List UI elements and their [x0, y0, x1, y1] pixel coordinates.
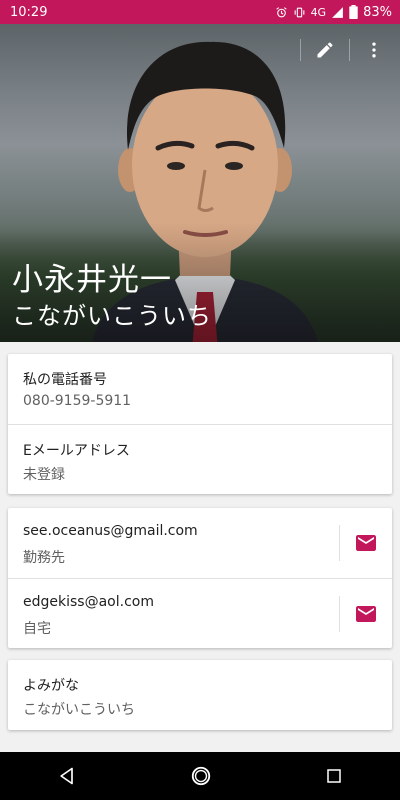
reading-value: こながいこういち [23, 702, 135, 718]
battery-percent: 83% [363, 4, 392, 20]
more-options-button[interactable] [356, 32, 392, 68]
action-divider-2 [349, 39, 350, 61]
alarm-icon [275, 6, 287, 17]
email-home-address: edgekiss@aol.com [23, 594, 154, 610]
info-card: 私の電話番号 080-9159-5911 Eメールアドレス 未登録 [8, 354, 392, 494]
reading-label: よみがな [23, 678, 79, 694]
email-work-type: 勤務先 [23, 550, 65, 566]
email-address-row[interactable]: Eメールアドレス 未登録 [8, 424, 392, 494]
battery-icon [349, 5, 358, 19]
phone-label: 私の電話番号 [23, 372, 107, 388]
edit-button[interactable] [307, 32, 343, 68]
email-work-address: see.oceanus@gmail.com [23, 523, 198, 539]
email-icon[interactable] [354, 531, 378, 555]
status-icons: 4G 83% [275, 5, 392, 20]
email-address-value: 未登録 [23, 467, 65, 483]
status-bar: 10:29 4G 83% [0, 0, 400, 24]
contact-header: 小永井光一 こながいこういち [0, 24, 400, 342]
reading-card: よみがな こながいこういち [8, 660, 392, 730]
navigation-bar [0, 752, 400, 800]
phone-value: 080-9159-5911 [23, 393, 132, 409]
action-divider [300, 39, 301, 61]
recents-icon[interactable] [325, 767, 343, 785]
email-row-work[interactable]: see.oceanus@gmail.com 勤務先 [8, 508, 392, 578]
more-vert-icon [372, 42, 376, 58]
email-address-label: Eメールアドレス [23, 443, 130, 459]
contact-name: 小永井光一 [12, 262, 172, 298]
home-icon[interactable] [190, 765, 212, 787]
back-icon[interactable] [57, 766, 77, 786]
network-type: 4G [310, 5, 327, 19]
row-divider [339, 525, 340, 561]
reading-row[interactable]: よみがな こながいこういち [8, 660, 392, 730]
vibrate-icon [294, 7, 304, 17]
email-row-home[interactable]: edgekiss@aol.com 自宅 [8, 578, 392, 648]
contact-name-reading: こながいこういち [12, 302, 212, 330]
header-actions [294, 32, 392, 68]
signal-icon [332, 6, 344, 18]
pencil-icon [317, 42, 333, 58]
email-icon[interactable] [354, 602, 378, 626]
email-home-type: 自宅 [23, 621, 51, 637]
row-divider [339, 596, 340, 632]
email-card: see.oceanus@gmail.com 勤務先 edgekiss@aol.c… [8, 508, 392, 648]
phone-row[interactable]: 私の電話番号 080-9159-5911 [8, 354, 392, 424]
status-time: 10:29 [10, 4, 48, 20]
